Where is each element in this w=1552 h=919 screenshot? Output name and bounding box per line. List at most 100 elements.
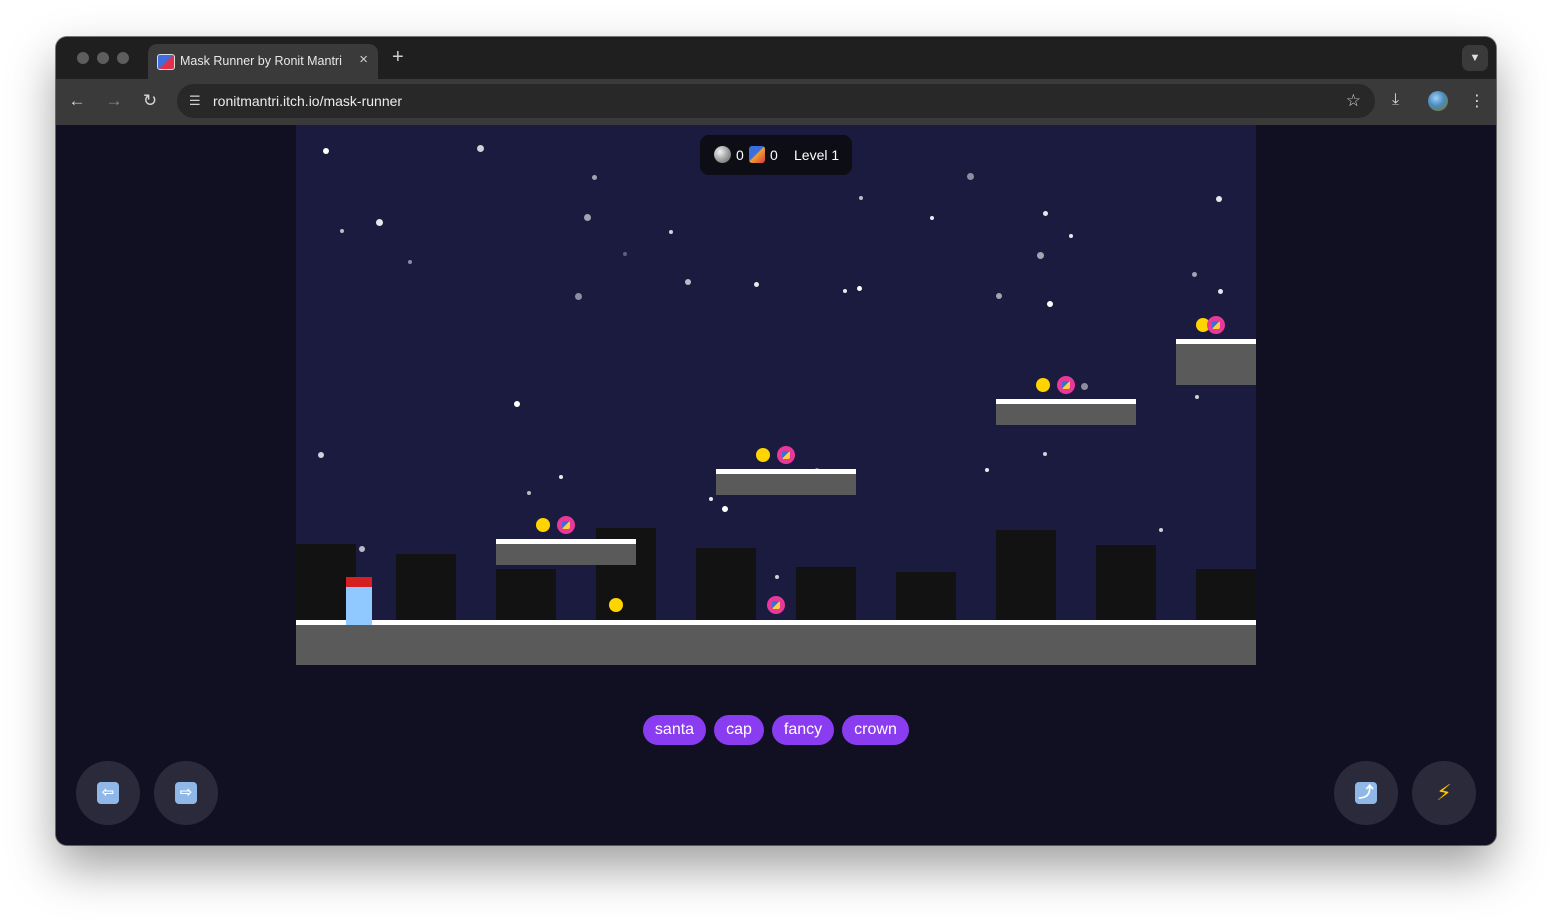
reload-button[interactable]: ↻: [139, 90, 161, 112]
coin-counter-icon: [714, 146, 731, 163]
chevron-down-icon: ▼: [1469, 52, 1481, 64]
platform: [1176, 339, 1256, 385]
snowflake: [477, 145, 484, 152]
site-settings-icon[interactable]: ☰: [189, 93, 201, 109]
background-building: [396, 554, 456, 620]
browser-tab[interactable]: Mask Runner by Ronit Mantri ×: [148, 44, 378, 79]
mask-token: [1057, 376, 1075, 394]
snowflake: [754, 282, 759, 287]
snowflake: [967, 173, 974, 180]
tab-close-button[interactable]: ×: [359, 51, 368, 68]
snowflake: [527, 491, 531, 495]
snowflake: [709, 497, 713, 501]
snowflake: [592, 175, 597, 180]
coin: [756, 448, 770, 462]
move-left-button[interactable]: ⇦: [76, 761, 140, 825]
platform-snow: [1176, 339, 1256, 344]
snowflake: [685, 279, 691, 285]
coin: [536, 518, 550, 532]
mask-button-santa[interactable]: santa: [643, 715, 706, 745]
player-hat: [346, 577, 372, 587]
snowflake: [1195, 395, 1199, 399]
ground: [296, 620, 1256, 665]
coin: [1036, 378, 1050, 392]
mask-token: [557, 516, 575, 534]
snowflake: [775, 575, 779, 579]
snowflake: [722, 506, 728, 512]
background-building: [896, 572, 956, 620]
snowflake: [408, 260, 412, 264]
snowflake: [1043, 211, 1048, 216]
background-building: [496, 569, 556, 620]
snowflake: [559, 475, 563, 479]
mask-token: [1207, 316, 1225, 334]
move-right-button[interactable]: ⇨: [154, 761, 218, 825]
mask-counter-icon: [749, 146, 765, 163]
bookmark-star-icon[interactable]: ☆: [1346, 91, 1361, 111]
snowflake: [359, 546, 365, 552]
jump-arrow-icon: ⤴: [1355, 782, 1377, 804]
background-building: [796, 567, 856, 620]
snowflake: [843, 289, 847, 293]
snowflake: [575, 293, 582, 300]
background-building: [996, 530, 1056, 620]
snowflake: [1081, 383, 1088, 390]
ground-snow: [296, 620, 1256, 625]
mask-button-crown[interactable]: crown: [842, 715, 909, 745]
mask-token: [767, 596, 785, 614]
jump-button[interactable]: ⤴: [1334, 761, 1398, 825]
snowflake: [930, 216, 934, 220]
mask-token: [777, 446, 795, 464]
player-body: [346, 587, 372, 625]
snowflake: [376, 219, 383, 226]
snowflake: [985, 468, 989, 472]
snowflake: [1043, 452, 1047, 456]
snowflake: [623, 252, 627, 256]
snowflake: [857, 286, 862, 291]
snowflake: [996, 293, 1002, 299]
background-building: [696, 548, 756, 620]
minimize-window-button[interactable]: [97, 52, 109, 64]
new-tab-button[interactable]: +: [392, 46, 404, 69]
tab-search-button[interactable]: ▼: [1462, 45, 1488, 71]
snowflake: [584, 214, 591, 221]
url-text[interactable]: ronitmantri.itch.io/mask-runner: [213, 93, 402, 109]
left-arrow-icon: ⇦: [97, 782, 119, 804]
close-window-button[interactable]: [77, 52, 89, 64]
coin: [609, 598, 623, 612]
platform: [496, 539, 636, 565]
power-button[interactable]: ⚡: [1412, 761, 1476, 825]
background-building: [1196, 569, 1256, 620]
snowflake: [1218, 289, 1223, 294]
snowflake: [1037, 252, 1044, 259]
snowflake: [859, 196, 863, 200]
browser-window: Mask Runner by Ronit Mantri × + ▼ ← → ↻ …: [56, 37, 1496, 845]
browser-menu-icon[interactable]: ⋮: [1469, 91, 1485, 111]
mask-button-cap[interactable]: cap: [714, 715, 764, 745]
background-building: [1096, 545, 1156, 620]
tab-title: Mask Runner by Ronit Mantri: [180, 54, 342, 68]
right-arrow-icon: ⇨: [175, 782, 197, 804]
snowflake: [669, 230, 673, 234]
mask-count: 0: [770, 147, 778, 163]
coin-count: 0: [736, 147, 744, 163]
mask-button-fancy[interactable]: fancy: [772, 715, 834, 745]
forward-button[interactable]: →: [103, 90, 125, 112]
profile-avatar[interactable]: [1428, 91, 1448, 111]
back-button[interactable]: ←: [66, 90, 88, 112]
platform-snow: [496, 539, 636, 544]
maximize-window-button[interactable]: [117, 52, 129, 64]
game-canvas[interactable]: 0 0 Level 1: [296, 125, 1256, 665]
snowflake: [1192, 272, 1197, 277]
platform-snow: [716, 469, 856, 474]
level-label: Level 1: [794, 147, 840, 163]
lightning-bolt-icon: ⚡: [1436, 780, 1452, 805]
page-content: 0 0 Level 1 santa cap fancy crown ⇦ ⇨ ⤴ …: [56, 125, 1496, 845]
download-icon[interactable]: ⤓: [1392, 91, 1399, 109]
snowflake: [340, 229, 344, 233]
player-character: [346, 577, 372, 625]
browser-toolbar: ← → ↻ ☰ ronitmantri.itch.io/mask-runner …: [56, 79, 1496, 125]
snowflake: [323, 148, 329, 154]
address-bar[interactable]: ☰ ronitmantri.itch.io/mask-runner ☆: [177, 84, 1375, 118]
platform-snow: [996, 399, 1136, 404]
